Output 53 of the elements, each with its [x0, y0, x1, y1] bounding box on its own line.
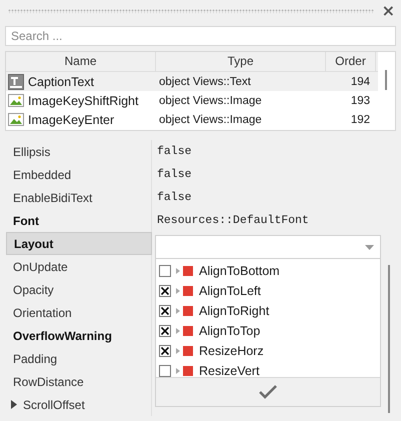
table-row[interactable]: CaptionText object Views::Text 194: [6, 72, 378, 91]
drag-handle[interactable]: [8, 9, 374, 13]
property-value[interactable]: false: [152, 163, 401, 186]
property-name[interactable]: ScrollOffset: [0, 393, 152, 416]
property-name[interactable]: Embedded: [0, 163, 152, 186]
image-icon: [8, 113, 24, 126]
flag-label: ResizeHorz: [199, 344, 264, 358]
checkbox[interactable]: [159, 365, 171, 377]
scrollbar-thumb[interactable]: [388, 265, 390, 413]
flag-label: ResizeVert: [199, 364, 260, 378]
flag-label: AlignToLeft: [199, 284, 261, 298]
checkmark-icon: [259, 385, 277, 399]
order-number: 192: [350, 114, 371, 126]
object-name: ImageKeyEnter: [28, 112, 114, 126]
table-row[interactable]: ImageKeyEnter object Views::Image 192: [6, 110, 378, 129]
checkbox[interactable]: [159, 265, 171, 277]
property-name[interactable]: RowDistance: [0, 370, 152, 393]
column-header[interactable]: Type: [156, 52, 326, 71]
column-header[interactable]: Order: [326, 52, 376, 71]
property-name[interactable]: OverflowWarning: [0, 324, 152, 347]
checkbox[interactable]: [159, 325, 171, 337]
object-type: object Views::Text: [158, 76, 252, 88]
object-name: ImageKeyShiftRight: [28, 94, 138, 108]
image-icon: [8, 94, 24, 107]
property-value[interactable]: false: [152, 140, 401, 163]
table-row[interactable]: ImageKeyShiftRight object Views::Image 193: [6, 91, 378, 110]
property-value[interactable]: false: [152, 186, 401, 209]
property-value[interactable]: Resources::DefaultFont: [152, 209, 401, 232]
property-name[interactable]: Layout: [6, 232, 152, 255]
object-type: object Views::Image: [158, 94, 263, 106]
column-header[interactable]: Name: [6, 52, 156, 71]
object-name: CaptionText: [28, 74, 94, 88]
expand-icon[interactable]: [11, 400, 17, 409]
checkbox[interactable]: [159, 285, 171, 297]
object-type: object Views::Image: [158, 114, 263, 126]
dropdown-arrow-icon[interactable]: [365, 244, 374, 250]
flag-label: AlignToTop: [199, 324, 260, 338]
close-button[interactable]: ×: [380, 3, 397, 19]
property-name[interactable]: Padding: [0, 347, 152, 370]
text-icon: [8, 74, 24, 90]
checkbox[interactable]: [159, 305, 171, 317]
property-name[interactable]: Orientation: [0, 301, 152, 324]
property-name[interactable]: EnableBidiText: [0, 186, 152, 209]
property-name[interactable]: OnUpdate: [0, 255, 152, 278]
search-field[interactable]: Search ...: [5, 26, 396, 46]
flag-label: AlignToBottom: [199, 264, 280, 278]
property-name[interactable]: Opacity: [0, 278, 152, 301]
scrollbar-thumb[interactable]: [385, 70, 387, 90]
order-number: 194: [350, 76, 371, 88]
order-number: 193: [350, 94, 371, 106]
flag-label: AlignToRight: [199, 304, 270, 318]
property-name[interactable]: Ellipsis: [0, 140, 152, 163]
checkbox[interactable]: [159, 345, 171, 357]
